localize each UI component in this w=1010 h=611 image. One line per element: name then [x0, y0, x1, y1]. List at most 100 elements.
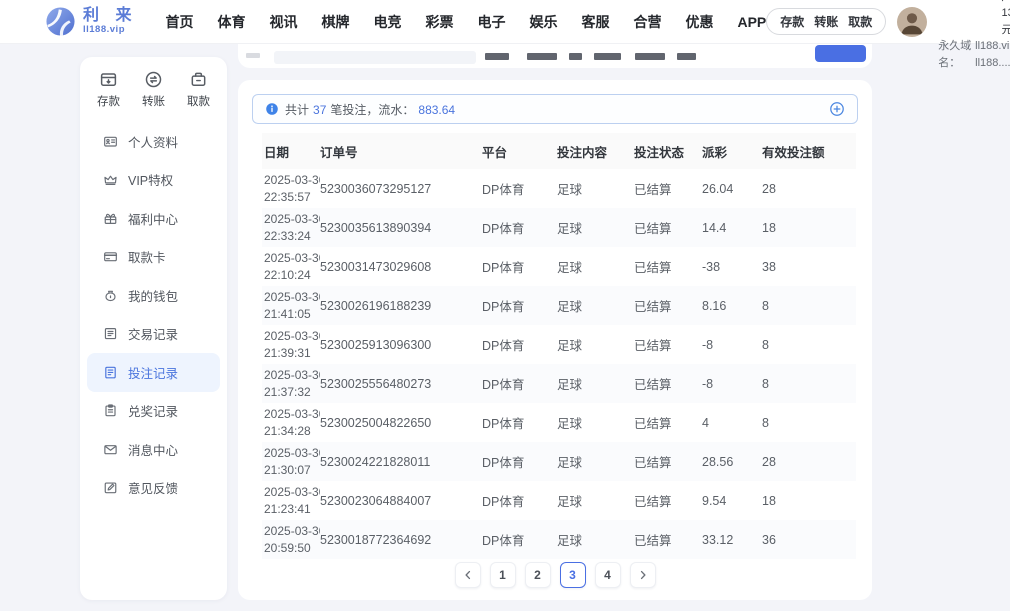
table-row: 2025-03-30 22:10:24 5230031473029608 DP体… [262, 247, 856, 286]
table-row: 2025-03-30 21:34:28 5230025004822650 DP体… [262, 403, 856, 442]
nav-item-5[interactable]: 彩票 [425, 12, 453, 32]
cell-time: 21:30:07 [264, 462, 316, 479]
cell-platform: DP体育 [482, 403, 557, 442]
cell-payout: 26.04 [702, 169, 762, 208]
cell-time: 21:37:32 [264, 384, 316, 401]
cell-platform: DP体育 [482, 364, 557, 403]
cell-valid-amount: 28 [762, 442, 856, 481]
cell-order-no: 5230024221828011 [320, 442, 482, 481]
person-icon [897, 7, 927, 37]
table-row: 2025-03-30 21:30:07 5230024221828011 DP体… [262, 442, 856, 481]
cutoff-filter-fragment [635, 53, 665, 60]
page-number-button[interactable]: 3 [560, 562, 586, 588]
sidebar: 存款 转账 取款 个人资料 VIP特权 福利中心 取款卡 我的钱包 交易记录 [80, 57, 227, 600]
user-info: anxin3399 总资产：1363.49元 永久域名： ll188.vip |… [938, 0, 1010, 71]
cell-date: 2025-03-30 [264, 211, 316, 228]
table-row: 2025-03-30 22:33:24 5230035613890394 DP体… [262, 208, 856, 247]
sidebar-quick-actions: 存款 转账 取款 [80, 57, 227, 109]
crown-icon [103, 172, 118, 187]
nav-item-1[interactable]: 体育 [217, 12, 245, 32]
sidebar-item[interactable]: VIP特权 [87, 161, 220, 200]
column-header: 投注状态 [634, 133, 702, 169]
cell-date: 2025-03-30 [264, 289, 316, 306]
cell-bet-content: 足球 [557, 364, 634, 403]
sidebar-item[interactable]: 福利中心 [87, 199, 220, 238]
pill-link[interactable]: 存款 [780, 13, 804, 30]
column-header: 平台 [482, 133, 557, 169]
message-icon [103, 442, 118, 457]
cell-order-no: 5230031473029608 [320, 247, 482, 286]
nav-item-6[interactable]: 电子 [477, 12, 505, 32]
quick-action[interactable]: 转账 [142, 70, 165, 109]
cell-platform: DP体育 [482, 247, 557, 286]
table-row: 2025-03-30 22:35:57 5230036073295127 DP体… [262, 169, 856, 208]
nav-item-4[interactable]: 电竞 [373, 12, 401, 32]
cell-platform: DP体育 [482, 520, 557, 559]
avatar[interactable] [897, 7, 927, 37]
cell-order-no: 5230025913096300 [320, 325, 482, 364]
domain-label: 永久域名： [938, 38, 972, 71]
quick-action[interactable]: 取款 [187, 70, 210, 109]
sidebar-item[interactable]: 个人资料 [87, 122, 220, 161]
cell-bet-status: 已结算 [634, 286, 702, 325]
cell-time: 21:34:28 [264, 423, 316, 440]
cell-order-no: 5230025556480273 [320, 364, 482, 403]
summary-middle: 笔投注，流水： [330, 101, 414, 118]
page-number-button[interactable]: 4 [595, 562, 621, 588]
sidebar-item[interactable]: 我的钱包 [87, 276, 220, 315]
cell-valid-amount: 8 [762, 325, 856, 364]
cutoff-filter-fragment [677, 53, 696, 60]
prev-page-button[interactable] [455, 562, 481, 588]
cell-bet-status: 已结算 [634, 325, 702, 364]
pill-link[interactable]: 转账 [814, 13, 838, 30]
cell-bet-content: 足球 [557, 403, 634, 442]
cell-valid-amount: 18 [762, 208, 856, 247]
cell-order-no: 5230036073295127 [320, 169, 482, 208]
nav-item-3[interactable]: 棋牌 [321, 12, 349, 32]
pill-link[interactable]: 取款 [848, 13, 872, 30]
table-body: 2025-03-30 22:35:57 5230036073295127 DP体… [262, 169, 856, 559]
filter-input[interactable] [274, 51, 476, 64]
sidebar-item[interactable]: 取款卡 [87, 238, 220, 277]
cell-bet-status: 已结算 [634, 403, 702, 442]
quick-action[interactable]: 存款 [97, 70, 120, 109]
assets-value: 1363.49元 [1002, 7, 1010, 36]
cell-bet-status: 已结算 [634, 169, 702, 208]
sidebar-item[interactable]: 交易记录 [87, 315, 220, 354]
id-card-icon [103, 134, 118, 149]
cell-payout: -38 [702, 247, 762, 286]
cell-platform: DP体育 [482, 169, 557, 208]
next-page-button[interactable] [630, 562, 656, 588]
sidebar-item[interactable]: 投注记录 [87, 353, 220, 392]
expand-plus-icon[interactable] [829, 101, 845, 117]
cell-bet-status: 已结算 [634, 520, 702, 559]
cell-platform: DP体育 [482, 442, 557, 481]
cell-order-no: 5230018772364692 [320, 520, 482, 559]
nav-item-0[interactable]: 首页 [165, 12, 193, 32]
sidebar-item[interactable]: 兑奖记录 [87, 392, 220, 431]
nav-item-8[interactable]: 客服 [581, 12, 609, 32]
cell-date: 2025-03-30 [264, 172, 316, 189]
bet-record-icon [103, 365, 118, 380]
nav-item-2[interactable]: 视讯 [269, 12, 297, 32]
cell-payout: 4 [702, 403, 762, 442]
nav-item-7[interactable]: 娱乐 [529, 12, 557, 32]
column-header: 派彩 [702, 133, 762, 169]
cell-platform: DP体育 [482, 481, 557, 520]
main-nav: 首页 体育 视讯 棋牌 电竞 彩票 电子 娱乐 客服 合营 优惠 APP [165, 12, 766, 32]
cutoff-text-fragment [246, 53, 260, 58]
brand-name: 利 来 [83, 8, 137, 25]
cell-platform: DP体育 [482, 208, 557, 247]
brand-logo[interactable]: 利 来 ll188.vip [45, 6, 137, 37]
summary-bar: 共计 37 笔投注，流水： 883.64 [252, 94, 858, 124]
page-number-button[interactable]: 2 [525, 562, 551, 588]
nav-item-9[interactable]: 合营 [633, 12, 661, 32]
sidebar-item[interactable]: 消息中心 [87, 430, 220, 469]
nav-item-10[interactable]: 优惠 [685, 12, 713, 32]
column-header: 有效投注额 [762, 133, 856, 169]
sidebar-item[interactable]: 意见反馈 [87, 469, 220, 508]
feedback-icon [103, 480, 118, 495]
nav-item-11[interactable]: APP [737, 14, 766, 30]
page-number-button[interactable]: 1 [490, 562, 516, 588]
cell-bet-content: 足球 [557, 169, 634, 208]
